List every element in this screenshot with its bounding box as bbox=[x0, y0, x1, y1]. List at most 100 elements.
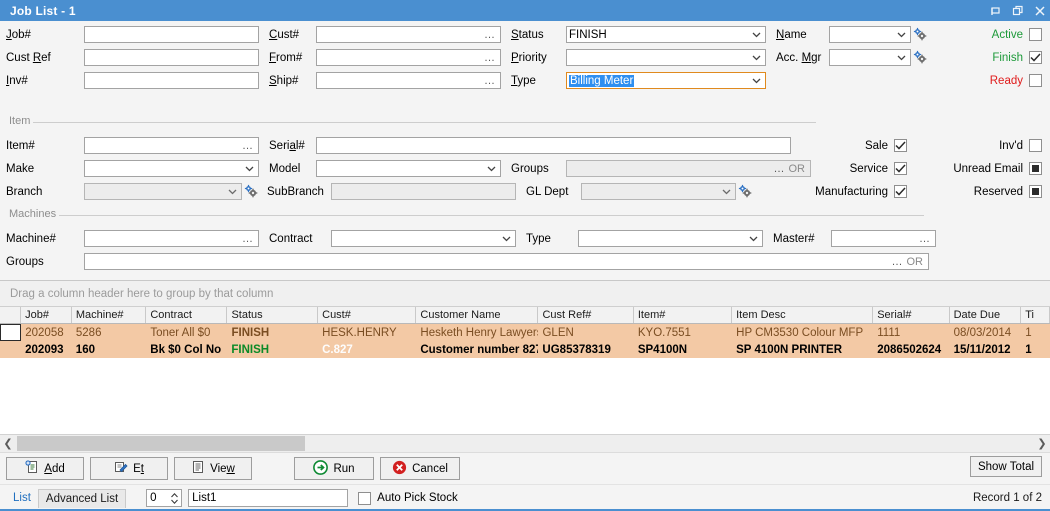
ellipsis-icon[interactable]: … bbox=[240, 142, 256, 150]
item-number-input[interactable]: … bbox=[84, 137, 259, 154]
invoice-number-input[interactable] bbox=[84, 72, 259, 89]
chevron-down-icon[interactable] bbox=[750, 32, 763, 38]
ready-checkbox[interactable] bbox=[1029, 74, 1042, 87]
close-icon[interactable] bbox=[1033, 4, 1046, 17]
manufacturing-label: Manufacturing bbox=[815, 186, 888, 198]
grid-horizontal-scrollbar[interactable]: ❮ ❯ bbox=[0, 434, 1050, 452]
auto-pick-stock-checkbox[interactable] bbox=[358, 492, 371, 505]
ready-checkbox-row: Ready bbox=[990, 69, 1050, 92]
table-row[interactable]: 202058 5286 Toner All $0 FINISH HESK.HEN… bbox=[0, 324, 1050, 341]
model-combo[interactable] bbox=[316, 160, 501, 177]
gl-department-settings-gear-icon[interactable] bbox=[736, 184, 753, 199]
customer-reference-input[interactable] bbox=[84, 49, 259, 66]
ellipsis-icon[interactable]: … bbox=[917, 235, 933, 243]
item-groups-input[interactable]: … OR bbox=[566, 160, 811, 177]
name-settings-gear-icon[interactable] bbox=[911, 27, 928, 42]
cell-time: 1 bbox=[1021, 341, 1050, 358]
job-number-input[interactable] bbox=[84, 26, 259, 43]
service-label: Service bbox=[850, 163, 888, 175]
ellipsis-icon[interactable]: … bbox=[482, 54, 498, 62]
grid-header-row-selector[interactable] bbox=[0, 307, 21, 323]
grid-header-status[interactable]: Status bbox=[227, 307, 318, 323]
pin-icon[interactable] bbox=[989, 4, 1002, 17]
master-number-input[interactable]: … bbox=[831, 230, 936, 247]
gl-department-combo[interactable] bbox=[581, 183, 736, 200]
chevron-down-icon[interactable] bbox=[747, 236, 760, 242]
view-button[interactable]: View bbox=[174, 457, 252, 480]
scrollbar-thumb[interactable] bbox=[17, 436, 305, 451]
chevron-down-icon[interactable] bbox=[500, 236, 513, 242]
ellipsis-icon[interactable]: … bbox=[772, 165, 788, 173]
chevron-down-icon[interactable] bbox=[485, 166, 498, 172]
grid-header-date-due[interactable]: Date Due bbox=[950, 307, 1022, 323]
account-manager-combo[interactable] bbox=[829, 49, 911, 66]
grid-header-time[interactable]: Ti bbox=[1021, 307, 1050, 323]
row-selector-cell[interactable] bbox=[0, 324, 21, 341]
chevron-down-icon[interactable] bbox=[226, 189, 239, 195]
grid-header-item-description[interactable]: Item Desc bbox=[732, 307, 873, 323]
group-panel[interactable]: Drag a column header here to group by th… bbox=[0, 281, 1050, 307]
make-combo[interactable] bbox=[84, 160, 259, 177]
customer-number-input[interactable]: … bbox=[316, 26, 501, 43]
grid-header-customer-number[interactable]: Cust# bbox=[318, 307, 416, 323]
from-number-input[interactable]: … bbox=[316, 49, 501, 66]
chevron-down-icon[interactable] bbox=[750, 78, 763, 84]
unread-email-checkbox[interactable] bbox=[1029, 162, 1042, 175]
scroll-right-arrow-icon[interactable]: ❯ bbox=[1034, 437, 1050, 450]
grid-header-contract[interactable]: Contract bbox=[146, 307, 227, 323]
stepper-arrows-icon[interactable] bbox=[169, 490, 180, 506]
grid-header-machine-number[interactable]: Machine# bbox=[72, 307, 146, 323]
finish-checkbox[interactable] bbox=[1029, 51, 1042, 64]
show-total-button[interactable]: Show Total bbox=[970, 456, 1042, 477]
priority-combo[interactable] bbox=[566, 49, 766, 66]
subbranch-input[interactable] bbox=[331, 183, 516, 200]
run-button[interactable]: Run bbox=[294, 457, 374, 480]
status-combo[interactable]: FINISH bbox=[566, 26, 766, 43]
ellipsis-icon[interactable]: … bbox=[890, 258, 906, 266]
grid-header-serial-number[interactable]: Serial# bbox=[873, 307, 949, 323]
reserved-checkbox[interactable] bbox=[1029, 185, 1042, 198]
unread-email-checkbox-row: Unread Email bbox=[907, 157, 1050, 180]
chevron-down-icon[interactable] bbox=[243, 166, 256, 172]
ellipsis-icon[interactable]: … bbox=[482, 77, 498, 85]
chevron-down-icon[interactable] bbox=[720, 189, 733, 195]
sale-checkbox[interactable] bbox=[894, 139, 907, 152]
invoiced-checkbox[interactable] bbox=[1029, 139, 1042, 152]
service-checkbox[interactable] bbox=[894, 162, 907, 175]
machine-number-input[interactable]: … bbox=[84, 230, 259, 247]
grid-header-item-number[interactable]: Item# bbox=[634, 307, 732, 323]
machine-type-combo[interactable] bbox=[578, 230, 763, 247]
active-checkbox[interactable] bbox=[1029, 28, 1042, 41]
row-selector-cell[interactable] bbox=[0, 341, 21, 358]
chevron-down-icon[interactable] bbox=[895, 32, 908, 38]
add-button[interactable]: Add bbox=[6, 457, 84, 480]
grid-header-job-number[interactable]: Job# bbox=[21, 307, 72, 323]
machine-groups-input[interactable]: … OR bbox=[84, 253, 929, 270]
ship-number-input[interactable]: … bbox=[316, 72, 501, 89]
list-name-input[interactable]: List1 bbox=[188, 489, 348, 507]
branch-combo[interactable] bbox=[84, 183, 242, 200]
ellipsis-icon[interactable]: … bbox=[240, 235, 256, 243]
restore-icon[interactable] bbox=[1011, 4, 1024, 17]
edit-button[interactable]: Et bbox=[90, 457, 168, 480]
branch-settings-gear-icon[interactable] bbox=[242, 184, 259, 199]
label-job-number: Job# bbox=[0, 29, 84, 41]
type-combo[interactable]: Billing Meter bbox=[566, 72, 766, 89]
manufacturing-checkbox[interactable] bbox=[894, 185, 907, 198]
chevron-down-icon[interactable] bbox=[750, 55, 763, 61]
contract-combo[interactable] bbox=[331, 230, 516, 247]
chevron-down-icon[interactable] bbox=[895, 55, 908, 61]
tab-advanced-list[interactable]: Advanced List bbox=[38, 489, 126, 508]
serial-number-input[interactable] bbox=[316, 137, 791, 154]
account-manager-settings-gear-icon[interactable] bbox=[911, 50, 928, 65]
name-combo[interactable] bbox=[829, 26, 911, 43]
tab-list[interactable]: List bbox=[6, 489, 38, 508]
cancel-button[interactable]: Cancel bbox=[380, 457, 460, 480]
list-index-stepper[interactable]: 0 bbox=[146, 489, 182, 507]
label-serial-number: Serial# bbox=[259, 140, 316, 152]
grid-header-customer-name[interactable]: Customer Name bbox=[416, 307, 538, 323]
table-row[interactable]: 202093 160 Bk $0 Col No FINISH C.827 Cus… bbox=[0, 341, 1050, 358]
ellipsis-icon[interactable]: … bbox=[482, 31, 498, 39]
scroll-left-arrow-icon[interactable]: ❮ bbox=[0, 437, 16, 450]
grid-header-customer-reference[interactable]: Cust Ref# bbox=[538, 307, 633, 323]
